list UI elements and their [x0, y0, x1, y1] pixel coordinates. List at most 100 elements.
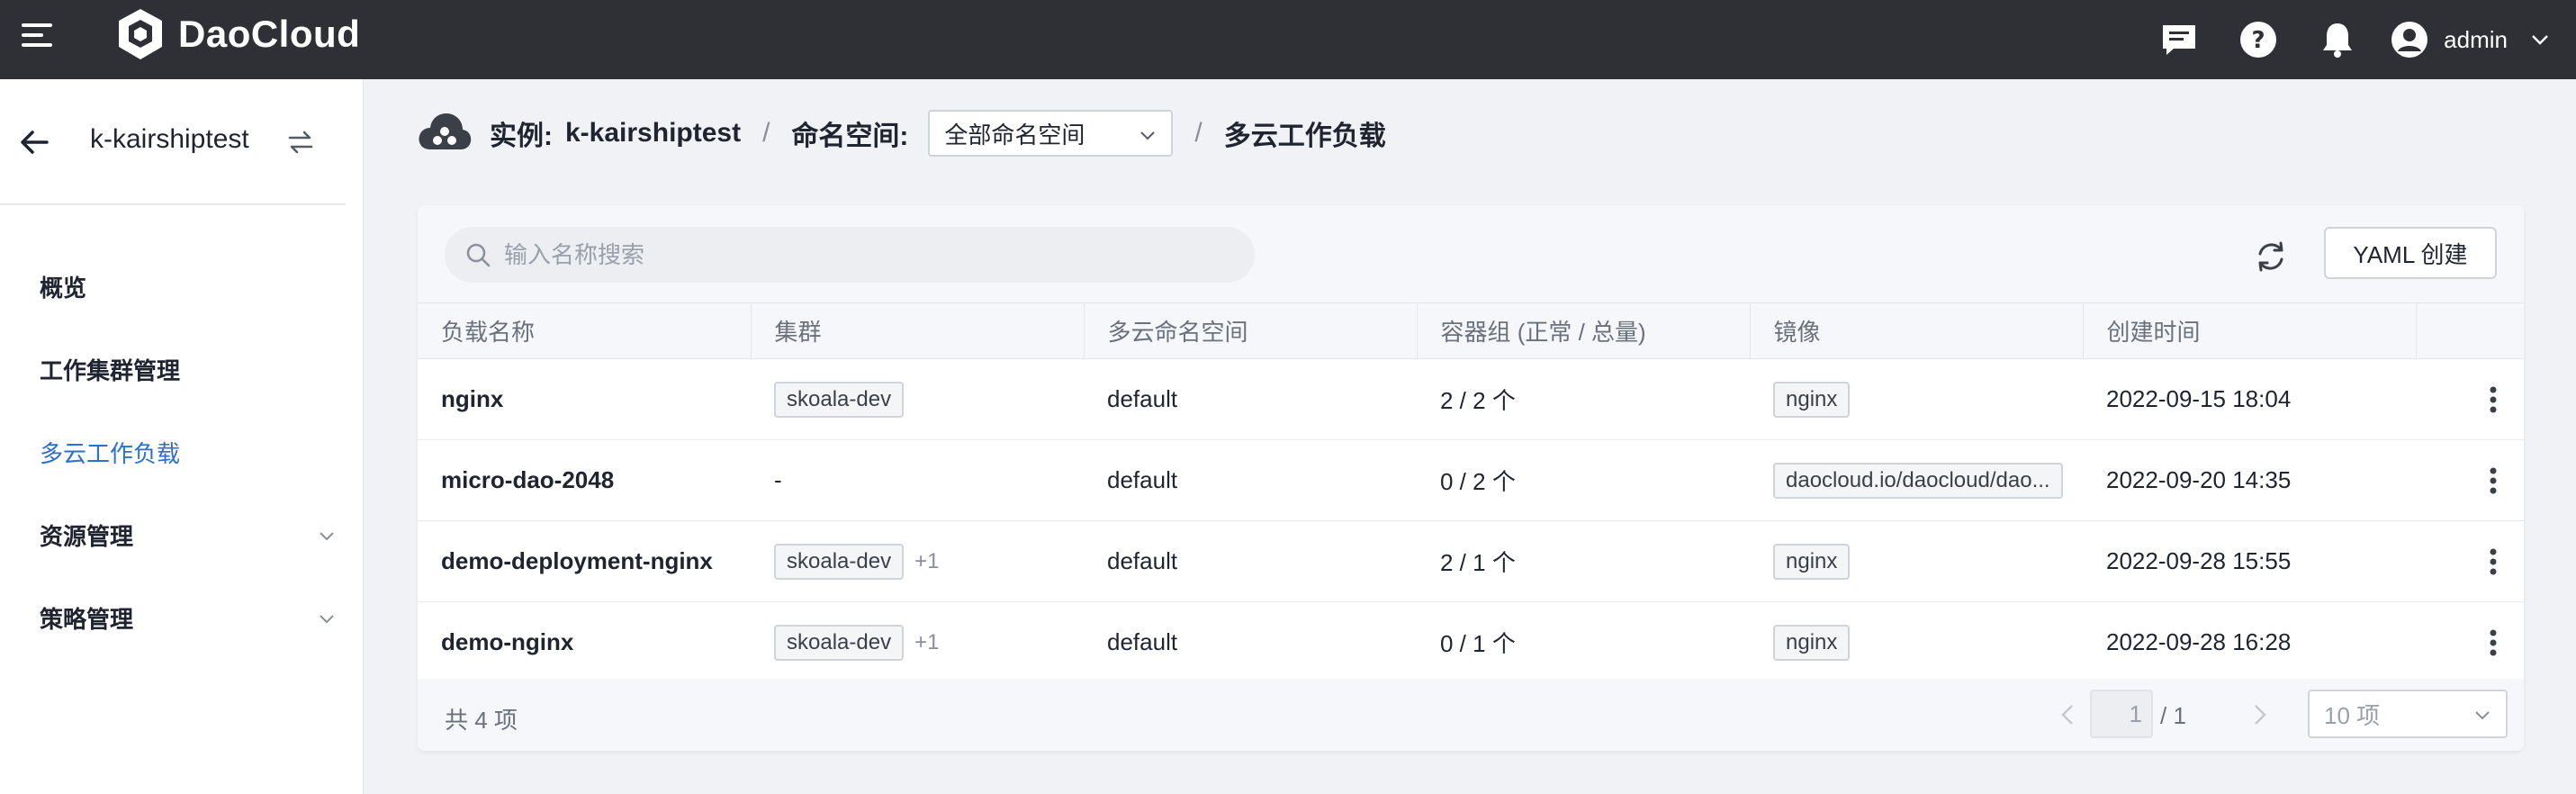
sidebar-item-label: 概览: [40, 274, 87, 302]
sidebar: k-kairshiptest 概览 工作集群管理 多云工作负载 资源管理 策略管…: [0, 79, 364, 794]
sidebar-item-label: 资源管理: [40, 522, 134, 550]
column-header-cluster[interactable]: 集群: [751, 302, 1085, 359]
namespace-cell: default: [1107, 547, 1178, 574]
more-vertical-icon[interactable]: [2475, 544, 2511, 580]
chevron-right-icon[interactable]: [2243, 699, 2275, 731]
table-toolbar: YAML 创建: [418, 205, 2524, 302]
instance-link[interactable]: k-kairshiptest: [565, 118, 741, 149]
table-header-row: 负载名称 集群 多云命名空间 容器组 (正常 / 总量) 镜像 创建时间: [418, 302, 2524, 359]
help-icon[interactable]: ?: [2235, 16, 2282, 63]
sidebar-item-label: 策略管理: [40, 605, 134, 633]
switch-icon[interactable]: [284, 126, 317, 158]
hamburger-icon[interactable]: [20, 20, 56, 50]
image-tag: nginx: [1773, 543, 1851, 580]
more-vertical-icon[interactable]: [2475, 382, 2511, 418]
sidebar-item-multicloud-workloads[interactable]: 多云工作负载: [0, 411, 364, 493]
instance-label: 实例:: [490, 122, 553, 151]
chevron-left-icon[interactable]: [2052, 699, 2085, 731]
workload-name[interactable]: demo-deployment-nginx: [418, 521, 751, 602]
pagination-bar: 共 4 项 1 / 1 10 项: [418, 679, 2524, 751]
pods-cell: 2 / 2 个: [1440, 387, 1516, 414]
namespace-cell: default: [1107, 628, 1178, 655]
sidebar-item-resource-management[interactable]: 资源管理: [0, 493, 364, 576]
cluster-cell: -: [774, 466, 782, 493]
search-input[interactable]: [504, 240, 1242, 269]
refresh-icon[interactable]: [2248, 234, 2293, 279]
actions-cell: [2416, 521, 2524, 602]
page-number-input[interactable]: 1: [2090, 690, 2153, 738]
chevron-down-icon: [2475, 711, 2490, 720]
yaml-create-button[interactable]: YAML 创建: [2324, 227, 2497, 279]
instance-name: k-kairshiptest: [90, 124, 249, 154]
breadcrumb-separator: /: [762, 118, 770, 148]
sidebar-item-label: 工作集群管理: [40, 356, 181, 384]
sidebar-item-label: 多云工作负载: [40, 439, 181, 467]
actions-cell: [2416, 359, 2524, 440]
actions-cell: [2416, 602, 2524, 683]
workload-name[interactable]: micro-dao-2048: [418, 440, 751, 521]
svg-text:?: ?: [2252, 27, 2265, 54]
sidebar-divider: [0, 203, 346, 205]
created-cell: 2022-09-15 18:04: [2106, 385, 2292, 412]
column-header-name[interactable]: 负载名称: [418, 302, 752, 359]
sidebar-nav: 概览 工作集群管理 多云工作负载 资源管理 策略管理: [0, 245, 364, 659]
more-vertical-icon[interactable]: [2475, 463, 2511, 499]
sidebar-header: k-kairshiptest: [0, 79, 364, 205]
cluster-more-count[interactable]: +1: [914, 549, 939, 573]
column-header-namespace[interactable]: 多云命名空间: [1084, 302, 1418, 359]
sidebar-item-cluster-management[interactable]: 工作集群管理: [0, 328, 364, 411]
search-icon: [466, 243, 491, 267]
chevron-down-icon: [2532, 35, 2548, 45]
chevron-down-icon: [320, 615, 334, 624]
table-row: demo-nginx skoala-dev +1 default 0 / 1 个 …: [418, 602, 2524, 683]
namespace-select-value: 全部命名空间: [944, 121, 1085, 149]
page-title: 多云工作负载: [1223, 122, 1386, 151]
workload-table: 负载名称 集群 多云命名空间 容器组 (正常 / 总量) 镜像 创建时间 ngi…: [418, 302, 2524, 683]
more-vertical-icon[interactable]: [2475, 625, 2511, 661]
image-cell: nginx: [1750, 359, 2083, 440]
chat-icon[interactable]: [2156, 16, 2202, 63]
actions-cell: [2416, 440, 2524, 521]
image-tag: daocloud.io/daocloud/dao...: [1773, 462, 2063, 499]
pods-cell: 0 / 2 个: [1440, 468, 1516, 495]
created-cell: 2022-09-20 14:35: [2106, 466, 2292, 493]
sidebar-item-overview[interactable]: 概览: [0, 245, 364, 328]
page-size-value: 10 项: [2324, 701, 2381, 729]
cluster-cell: skoala-dev +1: [751, 602, 1084, 683]
search-box[interactable]: [445, 227, 1255, 283]
cluster-tag: skoala-dev: [774, 381, 905, 418]
pods-cell: 2 / 1 个: [1440, 549, 1516, 576]
namespace-select[interactable]: 全部命名空间: [928, 110, 1174, 157]
image-cell: nginx: [1750, 602, 2083, 683]
table-row: micro-dao-2048 - default 0 / 2 个 daoclou…: [418, 440, 2524, 521]
workload-name[interactable]: demo-nginx: [418, 602, 751, 683]
cluster-more-count[interactable]: +1: [914, 630, 939, 654]
cluster-cell: skoala-dev: [751, 359, 1084, 440]
page-size-select[interactable]: 10 项: [2308, 690, 2508, 738]
column-header-image[interactable]: 镜像: [1750, 302, 2084, 359]
page-total: / 1: [2160, 702, 2186, 729]
brand-logo[interactable]: DaoCloud: [115, 7, 360, 61]
namespace-cell: default: [1107, 385, 1178, 412]
breadcrumb-separator: /: [1194, 118, 1202, 148]
created-cell: 2022-09-28 15:55: [2106, 547, 2292, 574]
user-menu[interactable]: admin: [2390, 20, 2551, 59]
namespace-cell: default: [1107, 466, 1178, 493]
bell-icon[interactable]: [2314, 16, 2361, 63]
cluster-tag: skoala-dev: [774, 624, 905, 661]
arrow-left-icon[interactable]: [16, 124, 52, 160]
cluster-cell: skoala-dev +1: [751, 521, 1084, 602]
sidebar-item-policy-management[interactable]: 策略管理: [0, 576, 364, 659]
column-header-actions: [2416, 302, 2524, 359]
workload-name[interactable]: nginx: [418, 359, 751, 440]
chevron-down-icon: [1140, 131, 1156, 140]
brand-name: DaoCloud: [178, 13, 361, 55]
daocloud-logo-icon: [119, 9, 162, 59]
image-tag: nginx: [1773, 381, 1851, 418]
top-bar: DaoCloud ? admin: [0, 0, 2576, 79]
table-row: nginx skoala-dev default 2 / 2 个 nginx 2…: [418, 359, 2524, 440]
total-count: 共 4 项: [445, 707, 518, 734]
image-tag: nginx: [1773, 624, 1851, 661]
column-header-created[interactable]: 创建时间: [2083, 302, 2417, 359]
column-header-pods[interactable]: 容器组 (正常 / 总量): [1417, 302, 1751, 359]
